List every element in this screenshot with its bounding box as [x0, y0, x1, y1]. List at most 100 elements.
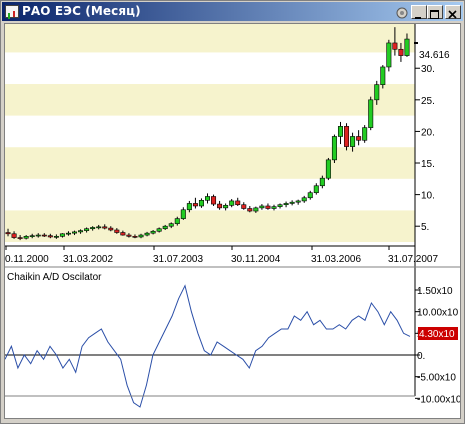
- candle-body: [205, 196, 211, 201]
- candle-body: [307, 192, 313, 199]
- candle-body: [192, 203, 198, 207]
- price-x-axis: 0.11.2000 31.03.2002 31.07.2003 30.11.2004 3…: [5, 246, 438, 265]
- oscillator-y-tick-label: -10.00x10: [417, 394, 460, 405]
- candle-body: [386, 42, 392, 68]
- background-band: [5, 210, 415, 242]
- price-x-tick-label: 31.07.2007: [388, 254, 438, 265]
- background-band: [5, 84, 415, 116]
- candle-body: [168, 223, 174, 227]
- candle-body: [319, 177, 325, 187]
- candle-body: [350, 136, 356, 147]
- candle-body: [241, 204, 247, 209]
- candle-body: [380, 66, 386, 85]
- candle-body: [295, 200, 301, 203]
- candle-body: [126, 234, 132, 237]
- candle-body: [211, 196, 217, 205]
- oscillator-title: Chaikin A/D Oscilator: [7, 272, 102, 283]
- candle-body: [53, 236, 59, 238]
- oscillator-last-value-label: 4.30x10: [419, 329, 455, 340]
- minimize-icon: [415, 17, 421, 19]
- candle-body: [114, 229, 120, 233]
- candle-body: [90, 227, 96, 230]
- maximize-button[interactable]: [427, 5, 443, 19]
- candle-body: [150, 230, 156, 234]
- candle-body: [102, 226, 108, 229]
- candle-body: [398, 48, 404, 56]
- price-y-tick-label: 5.: [421, 222, 429, 233]
- price-y-tick-label: 10.: [421, 191, 435, 202]
- candle-body: [72, 231, 78, 234]
- candle-body: [277, 204, 283, 207]
- candle-body: [404, 38, 410, 56]
- oscillator-line: [4, 284, 411, 408]
- close-icon: [448, 10, 457, 19]
- candle-body: [120, 232, 126, 236]
- candle-body: [180, 209, 186, 219]
- pin-icon: [396, 7, 408, 19]
- last-price-label: 34.616: [419, 50, 450, 61]
- candle-body: [362, 127, 368, 141]
- chart-area[interactable]: 5. 10. 15. 20. 25. 30. 34.616 0.11.2000 31.03.…: [4, 23, 462, 419]
- candle-body: [84, 228, 90, 231]
- candle-body: [313, 185, 319, 194]
- oscillator-last-value: 4.30x10: [418, 327, 458, 340]
- candle-body: [96, 226, 102, 229]
- candle-body: [59, 233, 65, 237]
- minimize-button[interactable]: [411, 5, 427, 19]
- price-y-tick-label: 15.: [421, 159, 435, 170]
- candle-body: [259, 205, 265, 209]
- candle-body: [198, 199, 204, 207]
- candle-body: [108, 227, 114, 231]
- close-button[interactable]: [445, 5, 461, 19]
- candle-body: [301, 197, 307, 202]
- candle-body: [235, 200, 241, 206]
- candle-body: [374, 84, 380, 101]
- candle-body: [337, 126, 343, 137]
- title-bar[interactable]: РАО ЕЭС (Месяц): [2, 2, 463, 21]
- oscillator-y-tick-label: 0.: [417, 351, 425, 362]
- candle-body: [289, 201, 295, 204]
- candle-body: [156, 228, 162, 232]
- candle-body: [247, 208, 253, 212]
- oscillator-y-tick-label: 10.00x10: [417, 308, 459, 319]
- price-x-tick-label: 0.11.2000: [5, 254, 49, 265]
- candle-body: [325, 159, 331, 179]
- oscillator-y-tick-label: -5.00x10: [417, 373, 456, 384]
- candle-body: [35, 234, 41, 237]
- price-x-tick-label: 31.07.2003: [153, 254, 203, 265]
- chart-app-icon: [5, 5, 19, 19]
- candle-body: [162, 225, 168, 230]
- candle-body: [17, 237, 23, 239]
- candle-body: [78, 230, 84, 233]
- candle-body: [271, 206, 277, 209]
- maximize-icon: [430, 10, 439, 19]
- candle-body: [344, 126, 350, 147]
- candle-body: [41, 234, 47, 237]
- candle-body: [217, 203, 223, 209]
- price-y-tick-label: 20.: [421, 127, 435, 138]
- candle-body: [368, 99, 374, 128]
- price-x-tick-label: 30.11.2004: [231, 254, 281, 265]
- window-title: РАО ЕЭС (Месяц): [22, 4, 141, 18]
- candle-body: [283, 203, 289, 206]
- price-y-tick-label: 30.: [421, 64, 435, 75]
- background-band: [5, 24, 415, 53]
- chart-canvas[interactable]: 5. 10. 15. 20. 25. 30. 34.616 0.11.2000 31.03.…: [4, 24, 462, 418]
- price-x-tick-label: 31.03.2006: [311, 254, 361, 265]
- candle-body: [47, 235, 53, 238]
- last-price-marker: 34.616: [414, 42, 450, 61]
- candle-body: [223, 205, 229, 209]
- candle-body: [132, 236, 138, 238]
- chart-window: РАО ЕЭС (Месяц) 5. 10. 15. 20. 25. 30. 3…: [0, 0, 465, 424]
- candle-body: [138, 234, 144, 238]
- candle-body: [5, 232, 11, 235]
- price-x-tick-label: 31.03.2002: [63, 254, 113, 265]
- pin-button[interactable]: [394, 5, 410, 19]
- candle-body: [253, 207, 259, 212]
- oscillator-y-axis: 1.50x1010.00x105.00x100.-5.00x10-10.00x1…: [415, 286, 462, 405]
- price-y-tick-label: 25.: [421, 96, 435, 107]
- candle-body: [29, 235, 35, 237]
- candle-body: [144, 232, 150, 236]
- candle-body: [11, 233, 17, 238]
- candle-body: [65, 232, 71, 235]
